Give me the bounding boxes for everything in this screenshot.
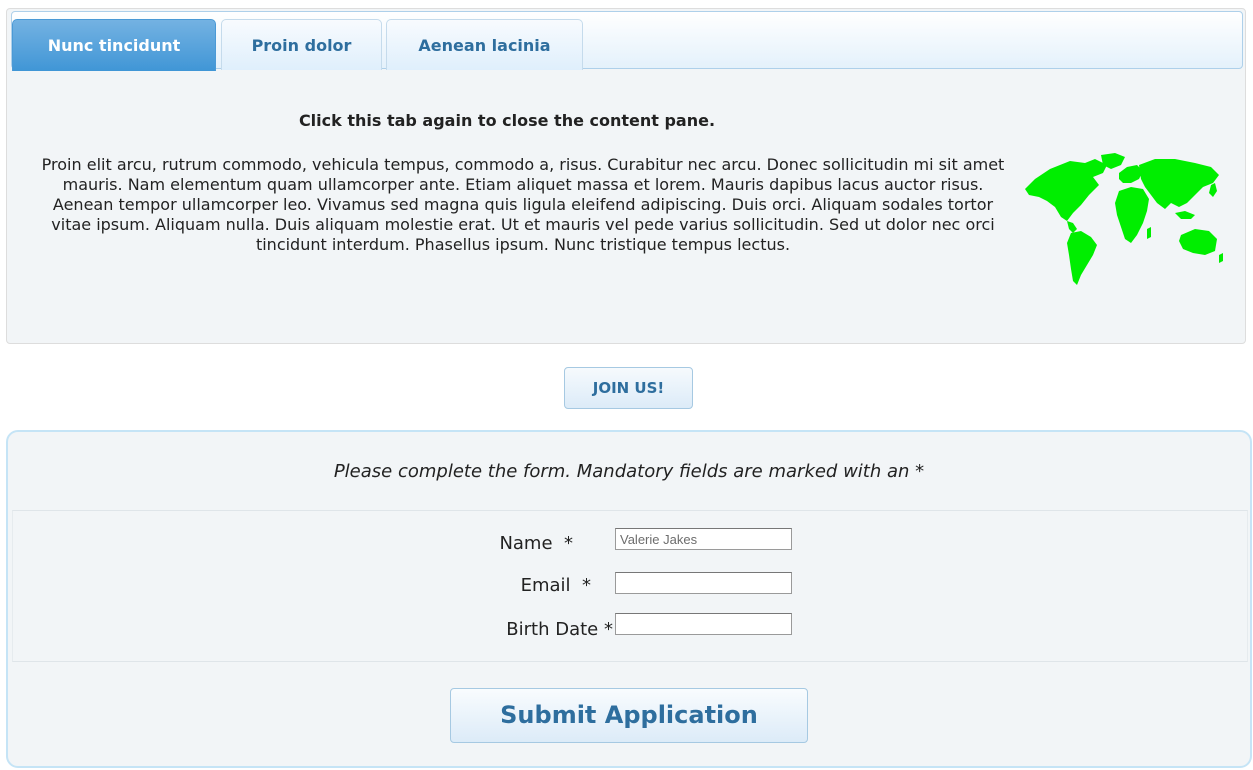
form-fieldset: Name * Email * Birth Date * <box>12 510 1248 662</box>
application-form: Please complete the form. Mandatory fiel… <box>6 430 1252 768</box>
email-input[interactable] <box>615 572 792 594</box>
tabs-widget: Nunc tincidunt Proin dolor Aenean lacini… <box>6 8 1246 344</box>
birth-date-label: Birth Date * <box>413 619 613 640</box>
tab-content-pane: Click this tab again to close the conten… <box>7 71 1245 343</box>
pane-text: Proin elit arcu, rutrum commodo, vehicul… <box>41 155 1005 254</box>
join-us-button[interactable]: JOIN US! <box>564 367 693 409</box>
tab-nunc-tincidunt[interactable]: Nunc tincidunt <box>12 19 216 71</box>
form-intro-text: Please complete the form. Mandatory fiel… <box>333 461 925 482</box>
world-map-icon <box>1025 153 1223 285</box>
tab-bar: Nunc tincidunt Proin dolor Aenean lacini… <box>11 11 1243 71</box>
name-label: Name * <box>373 533 573 554</box>
email-label: Email * <box>391 575 591 596</box>
name-label-text: Name <box>499 533 553 554</box>
submit-application-button[interactable]: Submit Application <box>450 688 808 743</box>
birth-date-input[interactable] <box>615 613 792 635</box>
email-label-text: Email <box>520 575 571 596</box>
tab-aenean-lacinia[interactable]: Aenean lacinia <box>386 19 583 70</box>
name-input[interactable] <box>615 528 792 550</box>
tab-proin-dolor[interactable]: Proin dolor <box>221 19 382 70</box>
name-required-mark: * <box>564 533 573 554</box>
birth-date-label-text: Birth Date <box>506 619 599 640</box>
birth-date-required-mark: * <box>604 619 613 640</box>
pane-title: Click this tab again to close the conten… <box>298 111 716 130</box>
email-required-mark: * <box>582 575 591 596</box>
